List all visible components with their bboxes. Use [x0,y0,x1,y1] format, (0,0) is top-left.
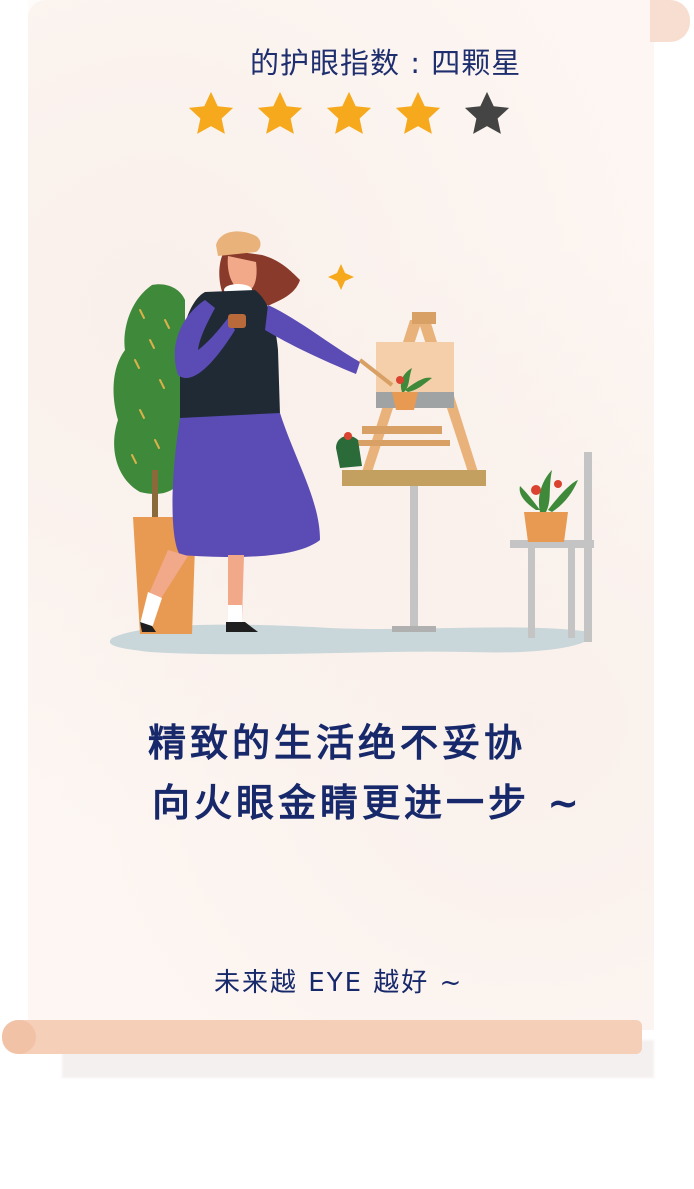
scroll-card: 的护眼指数 : 四颗星 精致的生活绝不妥协 向火眼金睛更进一步 ~ 未来越 EY… [0,0,694,1189]
slogan-line-2: 向火眼金睛更进一步 ~ [152,781,584,825]
kettle [336,432,362,468]
sparkle-icon [328,264,354,290]
easel [354,312,478,472]
slogan-line-1: 精致的生活绝不妥协 [148,721,527,765]
table [342,470,486,632]
painter-illustration [109,231,594,655]
footer-tagline: 未来越 EYE 越好 ~ [214,968,464,998]
chair-with-plant [510,452,594,642]
